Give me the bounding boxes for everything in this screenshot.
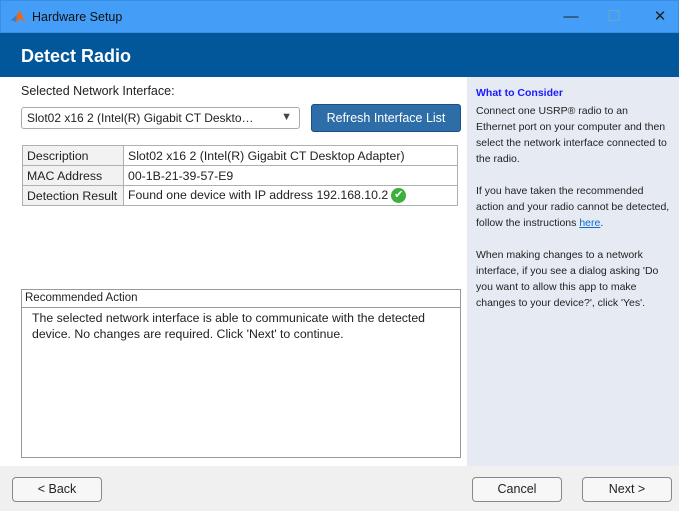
- interface-label: Selected Network Interface:: [21, 84, 175, 98]
- help-paragraph: Connect one USRP® radio to an Ethernet p…: [476, 105, 667, 165]
- next-button[interactable]: Next >: [582, 477, 672, 502]
- footer: < Back Cancel Next >: [0, 466, 679, 511]
- help-text: If you have taken the recommended action…: [476, 185, 670, 229]
- table-row: MAC Address 00-1B-21-39-57-E9: [22, 165, 458, 186]
- recommended-action-box: Recommended Action The selected network …: [21, 289, 461, 458]
- row-key: MAC Address: [22, 165, 124, 186]
- cancel-button[interactable]: Cancel: [472, 477, 562, 502]
- interface-dropdown[interactable]: Slot02 x16 2 (Intel(R) Gigabit CT Deskto…: [21, 107, 300, 129]
- row-value-cell: Found one device with IP address 192.168…: [123, 185, 458, 206]
- help-title: What to Consider: [476, 87, 563, 99]
- main-panel: Selected Network Interface: Slot02 x16 2…: [0, 77, 467, 466]
- row-key: Description: [22, 145, 124, 166]
- table-row: Detection Result Found one device with IP…: [22, 185, 458, 206]
- recommended-action-text: The selected network interface is able t…: [32, 311, 426, 341]
- page-title: Detect Radio: [21, 46, 132, 66]
- here-link[interactable]: here: [579, 217, 600, 229]
- check-success-icon: ✔: [391, 188, 407, 204]
- help-text: .: [600, 217, 604, 229]
- row-key: Detection Result: [22, 185, 124, 206]
- chevron-down-icon: ▼: [281, 111, 292, 123]
- interface-value: Slot02 x16 2 (Intel(R) Gigabit CT Deskto…: [27, 111, 254, 125]
- refresh-interface-list-button[interactable]: Refresh Interface List: [311, 104, 461, 132]
- table-row: Description Slot02 x16 2 (Intel(R) Gigabi…: [22, 145, 458, 166]
- page-header: Detect Radio: [0, 33, 679, 77]
- row-value: 00-1B-21-39-57-E9: [123, 165, 458, 186]
- back-button[interactable]: < Back: [12, 477, 102, 502]
- help-paragraph: If you have taken the recommended action…: [476, 183, 670, 231]
- matlab-logo-icon: [11, 10, 25, 23]
- help-paragraph: When making changes to a network interfa…: [476, 249, 659, 309]
- title-bar: Hardware Setup — ☐ ✕: [0, 0, 679, 33]
- row-value: Found one device with IP address 192.168…: [128, 187, 389, 202]
- minimize-button[interactable]: —: [556, 6, 586, 28]
- help-panel: What to Consider Connect one USRP® radio…: [467, 77, 679, 466]
- device-info-table: Description Slot02 x16 2 (Intel(R) Gigabi…: [22, 145, 458, 206]
- window-title: Hardware Setup: [32, 10, 123, 24]
- close-button[interactable]: ✕: [645, 6, 675, 28]
- maximize-button[interactable]: ☐: [599, 6, 629, 28]
- row-value: Slot02 x16 2 (Intel(R) Gigabit CT Deskto…: [123, 145, 458, 166]
- recommended-action-title: Recommended Action: [22, 290, 460, 308]
